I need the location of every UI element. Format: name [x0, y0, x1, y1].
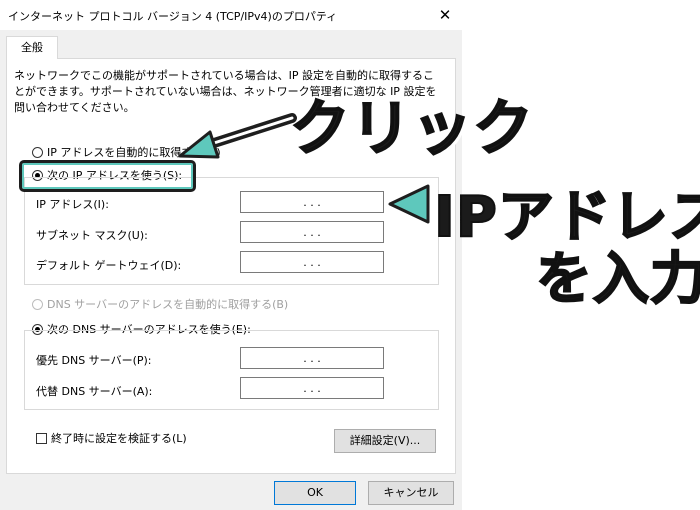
arrow-to-ip-field-icon: [388, 184, 430, 224]
tab-general[interactable]: 全般: [6, 36, 58, 59]
arrow-to-radio-icon: [178, 113, 297, 159]
ip-annotation-line2: を入力: [535, 246, 700, 313]
click-annotation: クリック: [289, 93, 534, 165]
